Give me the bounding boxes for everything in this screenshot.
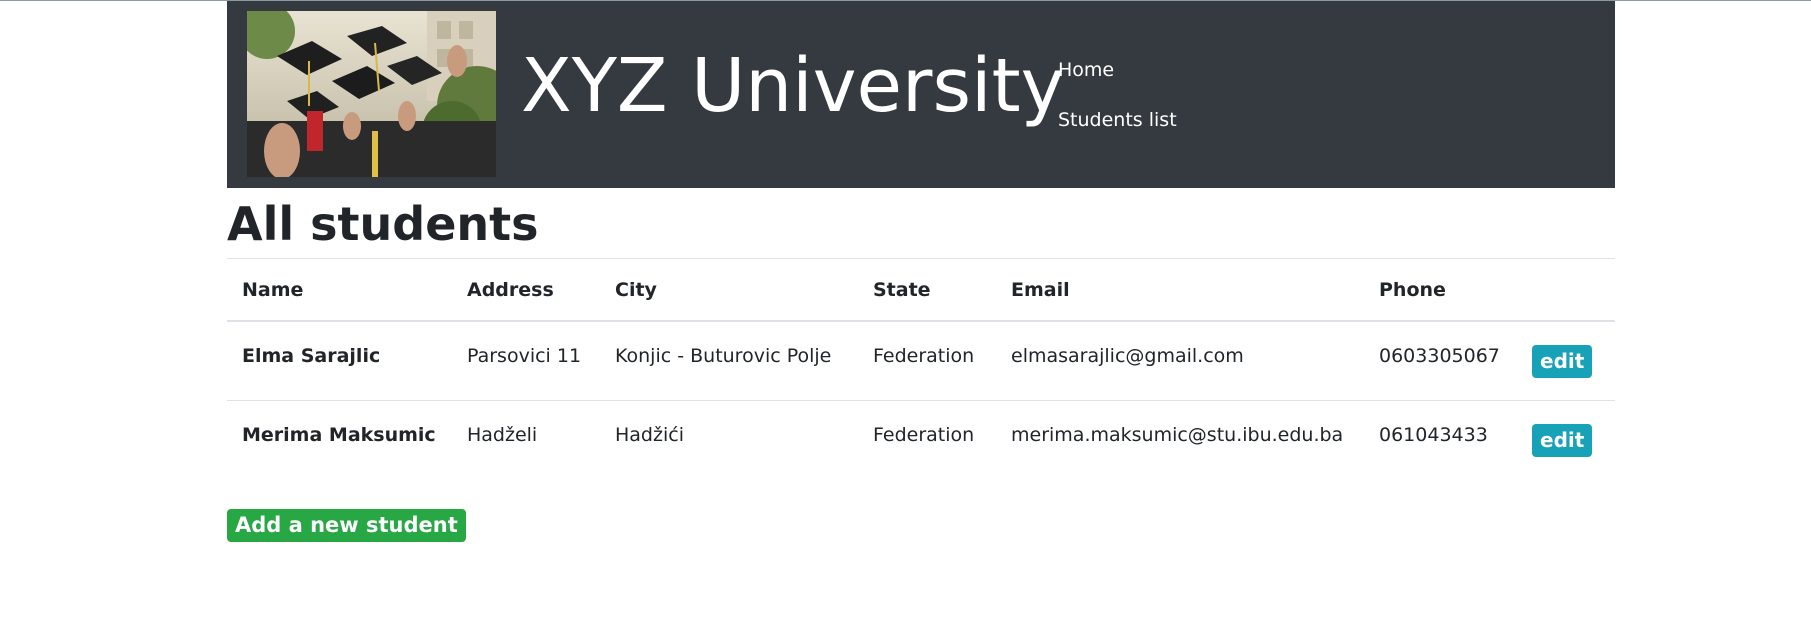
- graduation-caps-picture: [247, 11, 496, 177]
- student-state: Federation: [873, 345, 975, 367]
- column-header-actions: [1517, 259, 1615, 322]
- column-header-name: Name: [227, 259, 452, 322]
- student-state: Federation: [873, 424, 975, 446]
- student-name: Merima Maksumic: [242, 424, 436, 446]
- add-student-button[interactable]: Add a new student: [227, 509, 466, 542]
- cell-city: Konjic - Buturovic Polje: [600, 321, 858, 401]
- cell-name: Elma Sarajlic: [227, 321, 452, 401]
- cell-actions: edit: [1517, 401, 1615, 480]
- cell-email: elmasarajlic@gmail.com: [996, 321, 1364, 401]
- column-header-city: City: [600, 259, 858, 322]
- nav-link-students-list[interactable]: Students list: [1058, 109, 1177, 131]
- students-table: Name Address City State Email Phone Elma…: [227, 259, 1615, 479]
- student-address: Parsovici 11: [467, 345, 582, 367]
- cell-state: Federation: [858, 321, 996, 401]
- student-city: Konjic - Buturovic Polje: [615, 345, 832, 367]
- column-header-email: Email: [996, 259, 1364, 322]
- edit-button[interactable]: edit: [1532, 344, 1593, 378]
- cell-name: Merima Maksumic: [227, 401, 452, 480]
- table-header-row: Name Address City State Email Phone: [227, 259, 1615, 322]
- cell-state: Federation: [858, 401, 996, 480]
- graduation-logo-image: [247, 11, 496, 177]
- student-address: Hadželi: [467, 424, 538, 446]
- student-name: Elma Sarajlic: [242, 345, 381, 367]
- page-container: XYZ University Home Students list All st…: [227, 1, 1615, 542]
- student-email: elmasarajlic@gmail.com: [1011, 345, 1244, 367]
- cell-email: merima.maksumic@stu.ibu.edu.ba: [996, 401, 1364, 480]
- student-city: Hadžići: [615, 424, 684, 446]
- cell-actions: edit: [1517, 321, 1615, 401]
- student-phone: 061043433: [1379, 424, 1488, 446]
- site-title: XYZ University: [521, 43, 1065, 129]
- column-header-phone: Phone: [1364, 259, 1517, 322]
- main-nav: Home Students list: [1058, 59, 1177, 159]
- nav-link-home[interactable]: Home: [1058, 59, 1177, 81]
- column-header-address: Address: [452, 259, 600, 322]
- column-header-state: State: [858, 259, 996, 322]
- table-body: Elma Sarajlic Parsovici 11 Konjic - Butu…: [227, 321, 1615, 479]
- cell-address: Parsovici 11: [452, 321, 600, 401]
- cell-address: Hadželi: [452, 401, 600, 480]
- cell-phone: 061043433: [1364, 401, 1517, 480]
- student-phone: 0603305067: [1379, 345, 1500, 367]
- student-email: merima.maksumic@stu.ibu.edu.ba: [1011, 424, 1344, 446]
- cell-city: Hadžići: [600, 401, 858, 480]
- edit-button[interactable]: edit: [1532, 423, 1593, 457]
- table-header: Name Address City State Email Phone: [227, 259, 1615, 322]
- cell-phone: 0603305067: [1364, 321, 1517, 401]
- table-row: Merima Maksumic Hadželi Hadžići Federati…: [227, 401, 1615, 480]
- page-title: All students: [227, 188, 1615, 259]
- table-row: Elma Sarajlic Parsovici 11 Konjic - Butu…: [227, 321, 1615, 401]
- site-header: XYZ University Home Students list: [227, 1, 1615, 188]
